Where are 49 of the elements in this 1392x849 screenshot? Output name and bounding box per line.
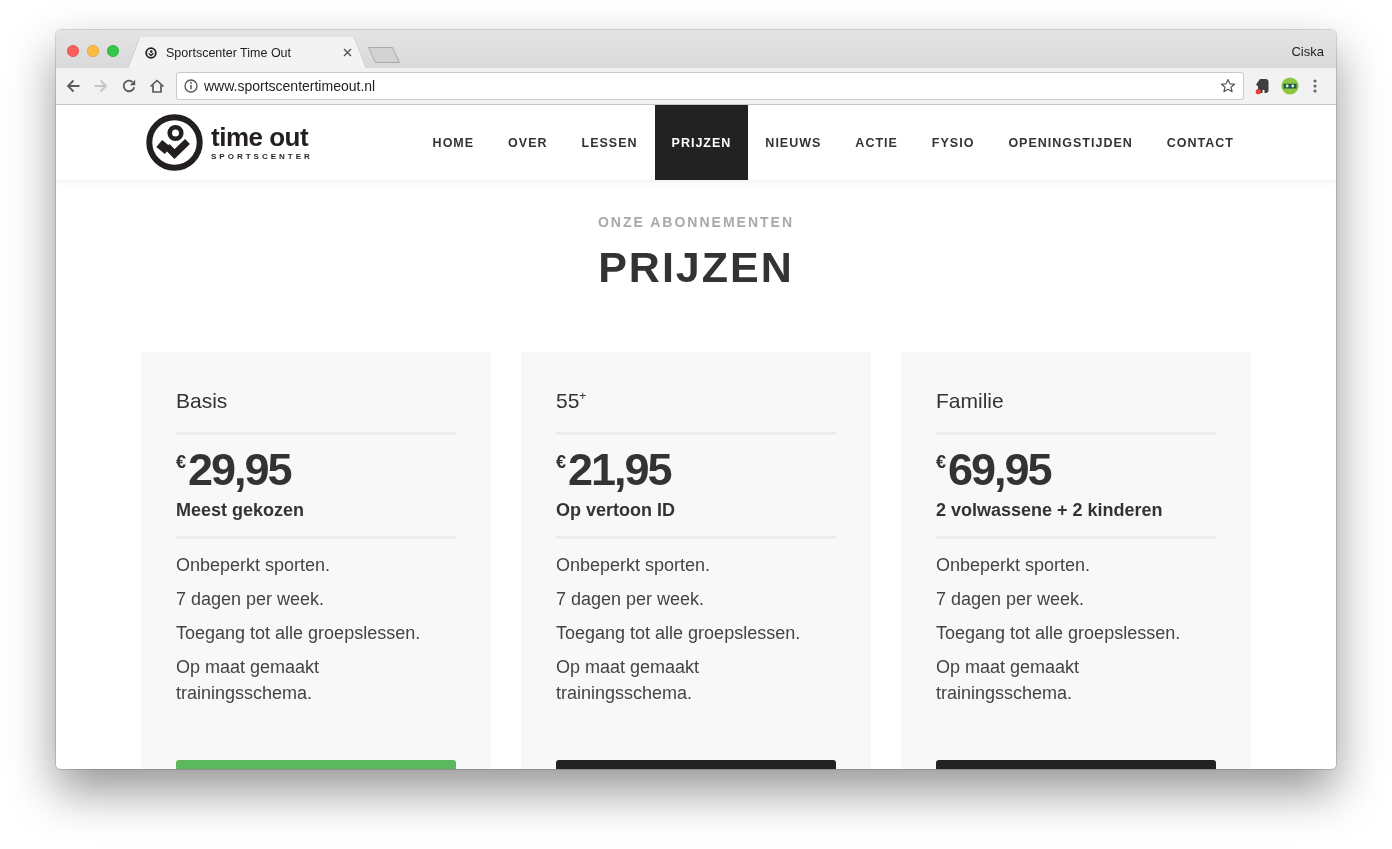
nav-link[interactable]: ACTIE [838, 105, 915, 180]
plan-feature: Onbeperkt sporten. [176, 554, 331, 577]
plan-feature: Onbeperkt sporten. [556, 554, 711, 577]
logo-subtitle: SPORTSCENTER [211, 151, 313, 162]
browser-tab[interactable]: Sportscenter Time Out [128, 37, 366, 68]
nav-link[interactable]: FYSIO [914, 105, 992, 180]
plan-price: $^{€}$29,95 [176, 445, 291, 495]
plan-title: 55$^{+}$ [556, 389, 587, 413]
page-title: PRIJZEN [598, 242, 794, 292]
plan-feature: 7 dagen per week. [556, 588, 705, 611]
nav-link[interactable]: OPENINGSTIJDEN [991, 105, 1150, 180]
plan-note: Meest gekozen [176, 499, 305, 522]
plan-feature: 7 dagen per week. [936, 588, 1085, 611]
back-icon[interactable] [65, 78, 81, 94]
window-close-icon[interactable] [67, 45, 79, 57]
plan-feature: Toegang tot alle groepslessen. [176, 622, 421, 645]
plan-price: $^{€}$69,95 [936, 445, 1051, 495]
menu-icon[interactable] [1313, 79, 1317, 93]
nav-link[interactable]: OVER [491, 105, 565, 180]
plan-price: $^{€}$21,95 [556, 445, 671, 495]
face-icon[interactable] [1281, 77, 1299, 95]
plan-feature: Op maat gemaakt trainingsschema. [556, 656, 701, 705]
plan-title: Basis [176, 389, 228, 413]
nav-link[interactable]: LESSEN [564, 105, 655, 180]
bookmark-star-icon[interactable] [1220, 78, 1236, 94]
section-eyebrow: ONZE ABONNEMENTEN [597, 214, 794, 231]
home-icon[interactable] [149, 78, 165, 94]
address-bar[interactable]: www.sportscentertimeout.nl [176, 72, 1244, 100]
profile-button[interactable]: Ciska [1291, 44, 1324, 59]
plan-feature: Onbeperkt sporten. [936, 554, 1091, 577]
plan-feature: Op maat gemaakt trainingsschema. [936, 656, 1081, 705]
reload-icon[interactable] [121, 78, 137, 94]
plan-feature: Op maat gemaakt trainingsschema. [176, 656, 321, 705]
plan-note: 2 volwassene + 2 kinderen [936, 499, 1163, 522]
nav-link[interactable]: HOME [415, 105, 492, 180]
round-logo-icon [145, 46, 157, 59]
plan-note: Op vertoon ID [556, 499, 675, 522]
nav-link[interactable]: PRIJZEN [654, 105, 749, 180]
close-icon[interactable] [343, 48, 352, 57]
nav-link[interactable]: NIEUWS [748, 105, 839, 180]
nav-link[interactable]: CONTACT [1149, 105, 1251, 180]
plan-title: Familie [936, 389, 1004, 413]
logo-icon[interactable] [146, 114, 203, 171]
logo-title[interactable]: time out [211, 123, 313, 150]
plan-feature: Toegang tot alle groepslessen. [556, 622, 801, 645]
info-icon[interactable] [184, 79, 198, 93]
plan-feature: Toegang tot alle groepslessen. [936, 622, 1181, 645]
elephant-icon[interactable] [1255, 77, 1270, 95]
plan-feature: 7 dagen per week. [176, 588, 325, 611]
